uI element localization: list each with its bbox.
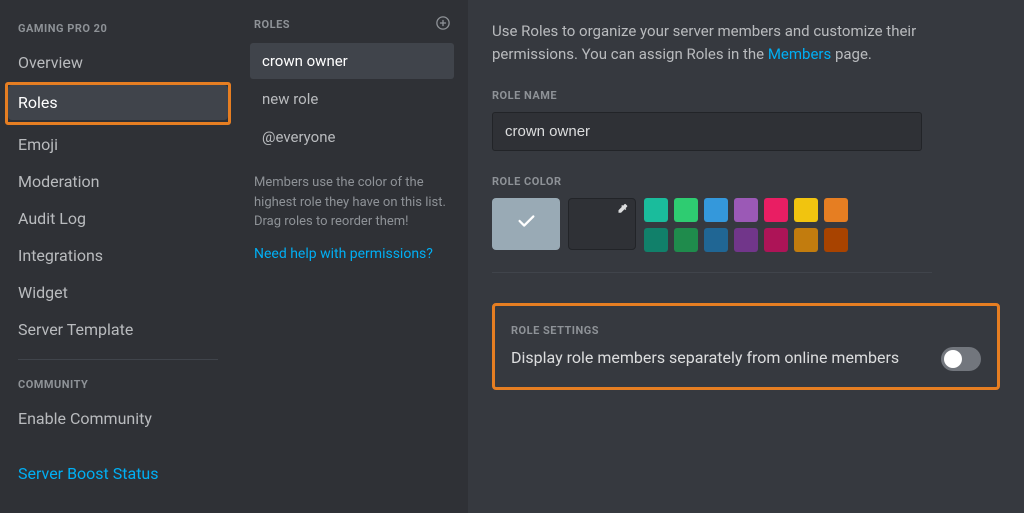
role-settings-label: ROLE SETTINGS [511, 324, 981, 337]
settings-sidebar: GAMING PRO 20 Overview Roles Emoji Moder… [0, 0, 236, 513]
color-swatch-11[interactable] [764, 228, 788, 252]
role-item-everyone[interactable]: @everyone [250, 119, 454, 155]
display-separately-toggle[interactable] [941, 347, 981, 371]
color-swatch-2[interactable] [704, 198, 728, 222]
color-swatch-9[interactable] [704, 228, 728, 252]
permissions-help-link[interactable]: Need help with permissions? [250, 232, 454, 276]
custom-color-picker[interactable] [568, 198, 636, 250]
roles-list-header: ROLES [254, 18, 290, 31]
role-settings-section: ROLE SETTINGS Display role members separ… [492, 303, 1000, 390]
default-color-swatch[interactable] [492, 198, 560, 250]
role-name-input[interactable] [492, 112, 922, 151]
role-editor-main: Use Roles to organize your server member… [468, 0, 1024, 513]
section-divider [492, 272, 932, 273]
sidebar-item-widget[interactable]: Widget [8, 275, 228, 310]
color-swatch-3[interactable] [734, 198, 758, 222]
sidebar-item-roles[interactable]: Roles [8, 85, 228, 120]
role-name-label: ROLE NAME [492, 89, 1000, 102]
server-name-header: GAMING PRO 20 [8, 16, 228, 45]
sidebar-item-enable-community[interactable]: Enable Community [8, 401, 228, 436]
sidebar-item-audit-log[interactable]: Audit Log [8, 201, 228, 236]
checkmark-icon [515, 210, 537, 237]
color-swatch-13[interactable] [824, 228, 848, 252]
role-color-label: ROLE COLOR [492, 175, 1000, 188]
community-header: COMMUNITY [8, 372, 228, 401]
color-swatch-5[interactable] [794, 198, 818, 222]
add-role-icon[interactable] [436, 16, 450, 33]
color-swatch-8[interactable] [674, 228, 698, 252]
roles-list-column: ROLES crown owner new role @everyone Mem… [236, 0, 468, 513]
color-swatch-7[interactable] [644, 228, 668, 252]
eyedropper-icon [617, 203, 629, 218]
role-color-row [492, 198, 1000, 252]
highlight-roles: Roles [5, 82, 231, 125]
color-swatch-0[interactable] [644, 198, 668, 222]
sidebar-item-integrations[interactable]: Integrations [8, 238, 228, 273]
roles-reorder-hint: Members use the color of the highest rol… [250, 157, 454, 232]
roles-description: Use Roles to organize your server member… [492, 20, 1000, 67]
sidebar-item-server-template[interactable]: Server Template [8, 312, 228, 347]
divider [18, 359, 218, 360]
color-swatch-10[interactable] [734, 228, 758, 252]
roles-header-row: ROLES [250, 16, 454, 43]
description-text-post: page. [831, 45, 872, 63]
color-swatch-6[interactable] [824, 198, 848, 222]
display-separately-label: Display role members separately from onl… [511, 347, 925, 369]
sidebar-item-server-boost[interactable]: Server Boost Status [8, 456, 228, 491]
sidebar-item-moderation[interactable]: Moderation [8, 164, 228, 199]
color-swatch-12[interactable] [794, 228, 818, 252]
color-swatch-1[interactable] [674, 198, 698, 222]
color-swatch-grid [644, 198, 848, 252]
sidebar-item-overview[interactable]: Overview [8, 45, 228, 80]
members-link[interactable]: Members [768, 45, 831, 63]
display-separately-row: Display role members separately from onl… [511, 347, 981, 371]
role-item-new-role[interactable]: new role [250, 81, 454, 117]
color-swatch-4[interactable] [764, 198, 788, 222]
sidebar-item-emoji[interactable]: Emoji [8, 127, 228, 162]
role-item-crown-owner[interactable]: crown owner [250, 43, 454, 79]
